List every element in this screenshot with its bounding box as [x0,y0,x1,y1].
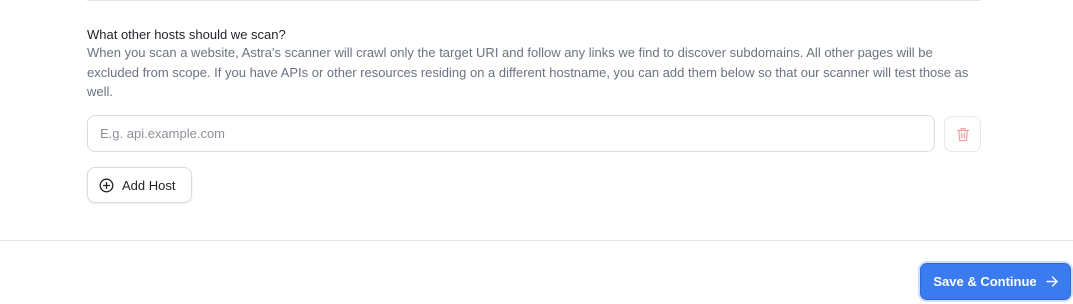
scan-hosts-page: What other hosts should we scan? When yo… [0,0,1073,304]
add-host-button[interactable]: Add Host [87,167,192,203]
arrow-right-icon [1045,276,1058,287]
host-input[interactable] [87,115,935,152]
section-description: When you scan a website, Astra's scanner… [87,45,969,99]
save-continue-label: Save & Continue [933,274,1037,289]
trash-icon [956,127,970,142]
save-continue-button[interactable]: Save & Continue [920,263,1071,300]
top-divider [87,0,981,1]
footer-divider [0,240,1073,241]
section-title: What other hosts should we scan? [87,27,286,42]
plus-circle-icon [99,178,114,193]
add-host-label: Add Host [122,177,176,193]
delete-host-button[interactable] [944,116,981,152]
